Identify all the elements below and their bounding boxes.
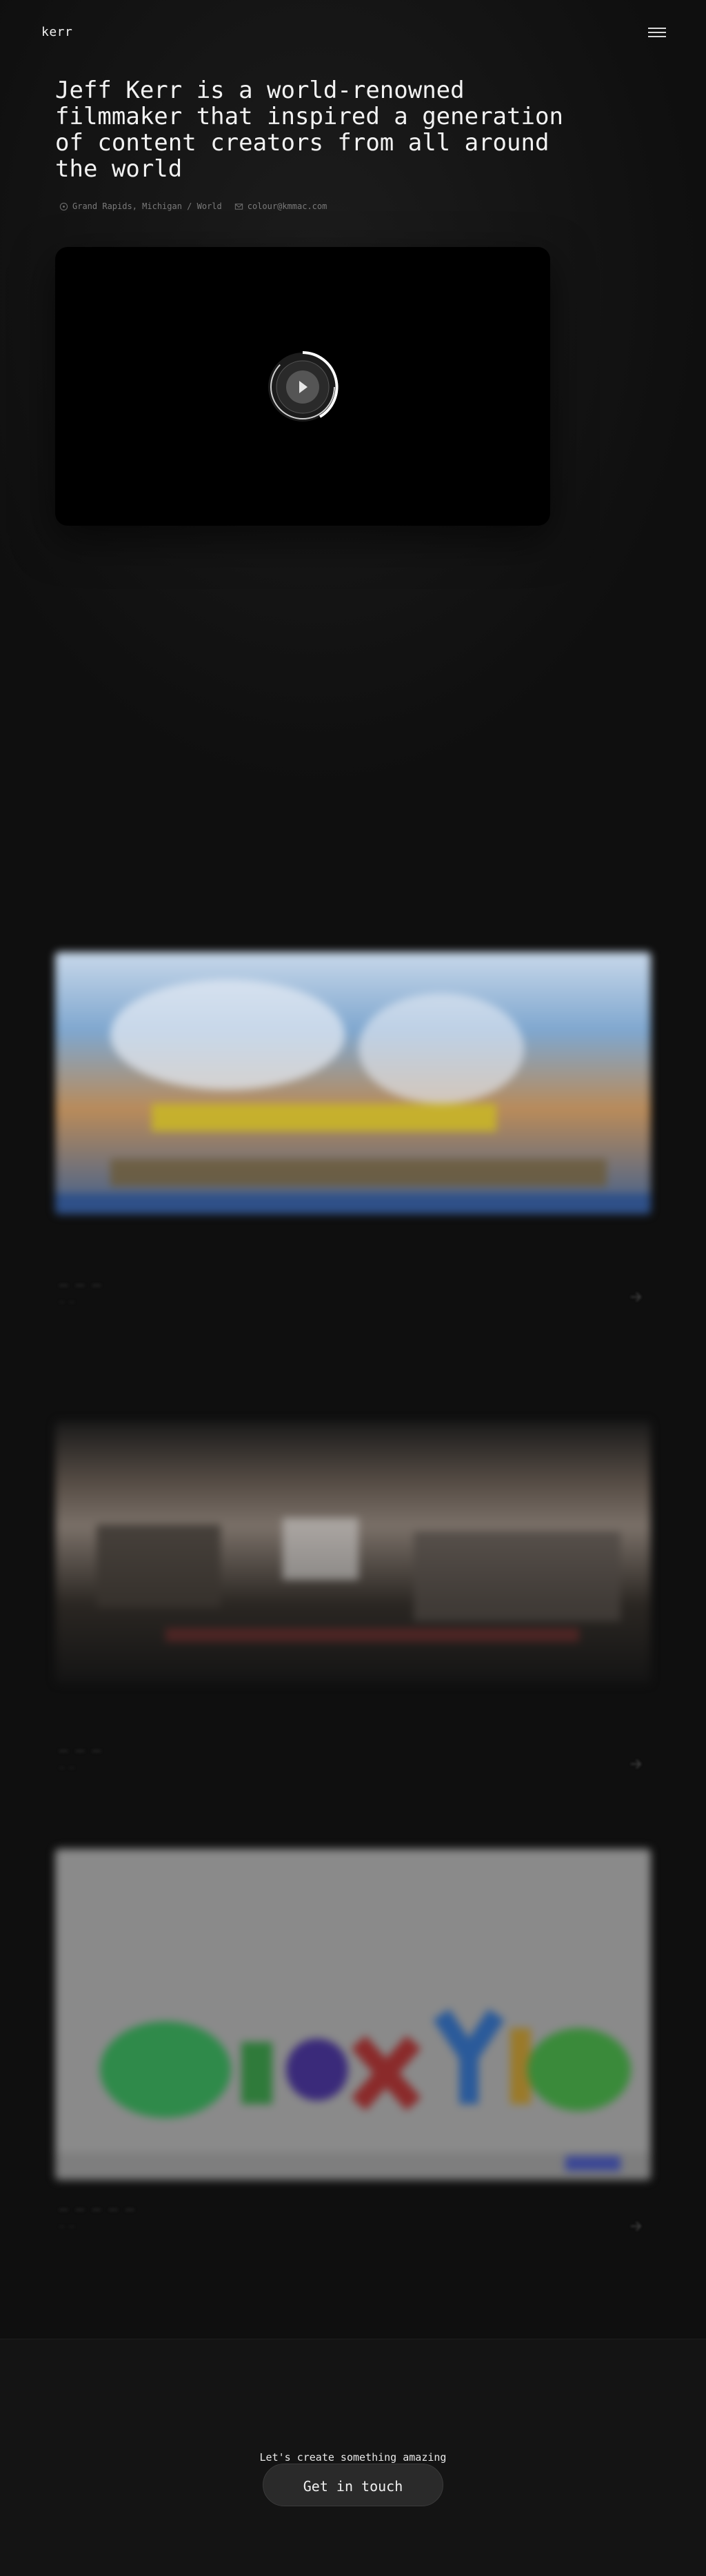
hero-title: Jeff Kerr is a world-renowned filmmaker … <box>55 77 563 183</box>
hamburger-icon[interactable] <box>648 28 666 40</box>
location: Grand Rapids, Michigan / World <box>59 201 222 211</box>
project-card[interactable]: — — — — — <box>55 931 651 1318</box>
arrow-icon[interactable] <box>627 1756 644 1772</box>
arrow-icon[interactable] <box>627 2218 644 2235</box>
project-card[interactable]: — — — — — — — <box>55 1849 651 2235</box>
logo[interactable]: kerr <box>41 25 72 39</box>
email[interactable]: colour@kmmac.com <box>234 201 327 211</box>
project-subtitle: — — <box>59 1297 74 1307</box>
project-title: — — — — — <box>59 2201 134 2217</box>
project-title: — — — <box>59 1742 101 1758</box>
play-icon[interactable] <box>265 349 341 425</box>
mail-icon <box>234 203 243 210</box>
project-card[interactable]: — — — — — <box>55 1400 651 1787</box>
email-text[interactable]: colour@kmmac.com <box>248 201 327 211</box>
footer: Let's create something amazing Get in to… <box>0 2339 706 2576</box>
arrow-icon[interactable] <box>627 1289 644 1305</box>
video-player[interactable] <box>55 247 550 526</box>
project-thumbnail[interactable] <box>55 1421 651 1683</box>
project-title: — — — <box>59 1276 101 1293</box>
map-pin-icon <box>59 202 68 210</box>
project-thumbnail[interactable] <box>55 1849 651 2180</box>
project-thumbnail[interactable] <box>55 952 651 1214</box>
footer-tagline: Let's create something amazing <box>259 2451 447 2464</box>
page: kerr Jeff Kerr is a world-renowned filmm… <box>0 0 706 2576</box>
get-in-touch-button[interactable]: Get in touch <box>263 2464 443 2506</box>
hero-meta: Grand Rapids, Michigan / World colour@km… <box>59 201 327 211</box>
project-subtitle: — — <box>59 2221 74 2231</box>
project-subtitle: — — <box>59 1763 74 1772</box>
location-text: Grand Rapids, Michigan / World <box>72 201 222 211</box>
